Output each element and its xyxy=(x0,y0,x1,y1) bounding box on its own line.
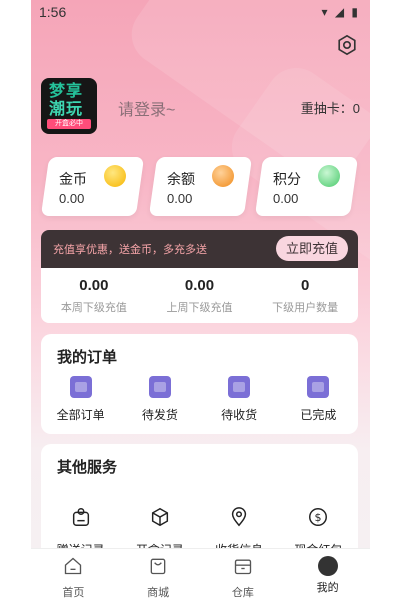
order-completed[interactable]: 已完成 xyxy=(279,376,358,423)
stat-last-week: 0.00 上周下级充值 xyxy=(147,268,253,323)
order-label: 已完成 xyxy=(300,408,337,422)
wallet-value: 0.00 xyxy=(273,191,299,206)
logo-text-line2: 潮玩 xyxy=(49,101,84,118)
location-pin-icon xyxy=(231,507,247,527)
settings-icon[interactable] xyxy=(336,34,358,56)
stat-label: 下级用户数量 xyxy=(272,302,339,314)
tab-label: 我的 xyxy=(316,582,339,594)
my-orders-panel: 我的订单 全部订单 待发货 待收货 已完成 xyxy=(41,334,358,434)
section-title: 其他服务 xyxy=(57,459,118,476)
status-time: 1:56 xyxy=(39,4,67,20)
wallet-card-balance[interactable]: 余额 0.00 xyxy=(148,157,253,216)
bottom-tab-bar: 首页 商城 仓库 我的 xyxy=(31,548,370,600)
wallet-card-coins[interactable]: 金币 0.00 xyxy=(40,157,145,216)
avatar xyxy=(317,556,338,576)
tab-mall[interactable]: 商城 xyxy=(116,549,201,600)
order-label: 待收货 xyxy=(221,408,258,422)
other-services-panel: 其他服务 赠送记录 开盒记录 xyxy=(41,444,358,559)
recharge-promo-text: 充值享优惠，送金币，多充多送 xyxy=(53,244,207,256)
tab-mine[interactable]: 我的 xyxy=(285,549,370,600)
tab-label: 首页 xyxy=(62,587,85,599)
dollar-circle-icon: $ xyxy=(309,508,328,526)
logo-tag: 开盒必中 xyxy=(47,119,91,129)
home-icon xyxy=(65,557,82,575)
app-logo: 梦享 潮玩 开盒必中 xyxy=(41,78,97,134)
wallet-value: 0.00 xyxy=(59,191,85,206)
all-orders-icon xyxy=(69,376,92,398)
completed-icon xyxy=(307,376,330,398)
star-points-icon xyxy=(318,165,340,187)
tab-label: 仓库 xyxy=(231,587,254,599)
tab-warehouse[interactable]: 仓库 xyxy=(201,549,286,600)
shop-icon xyxy=(150,558,166,575)
redraw-label: 重抽卡： xyxy=(300,101,353,116)
wallet-card-points[interactable]: 积分 0.00 xyxy=(254,157,359,216)
stat-value: 0 xyxy=(301,277,310,294)
redraw-card-count[interactable]: 重抽卡：0 xyxy=(301,98,360,117)
tab-label: 商城 xyxy=(147,587,170,599)
wallet-label: 积分 xyxy=(273,171,301,187)
svg-text:$: $ xyxy=(315,511,322,524)
box-icon xyxy=(151,507,168,527)
stat-label: 上周下级充值 xyxy=(166,302,233,314)
dollar-coin-icon xyxy=(212,165,234,187)
login-link[interactable]: 请登录~ xyxy=(118,96,175,120)
order-all[interactable]: 全部订单 xyxy=(41,376,120,423)
app-screen: 1:56 ▾ ◢ ▮ 梦享 潮玩 开盒必中 请登录~ 重抽卡：0 金币 0.00… xyxy=(31,0,370,600)
stat-value: 0.00 xyxy=(79,277,109,294)
status-bar: 1:56 ▾ ◢ ▮ xyxy=(31,0,370,24)
recharge-button[interactable]: 立即充值 xyxy=(276,236,348,261)
logo-text-line1: 梦享 xyxy=(49,83,84,100)
wallet-label: 余额 xyxy=(167,171,195,187)
section-title: 我的订单 xyxy=(57,349,118,366)
order-pending-shipment[interactable]: 待发货 xyxy=(120,376,199,423)
referral-stats: 0.00 本周下级充值 0.00 上周下级充值 0 下级用户数量 xyxy=(41,268,358,323)
gift-record-icon xyxy=(72,508,89,526)
tab-home[interactable]: 首页 xyxy=(31,549,116,600)
stat-this-week: 0.00 本周下级充值 xyxy=(41,268,147,323)
wallet-label: 金币 xyxy=(59,171,87,187)
status-icons: ▾ ◢ ▮ xyxy=(321,5,360,19)
wallet-value: 0.00 xyxy=(167,191,193,206)
gold-coin-icon xyxy=(104,165,126,187)
warehouse-icon xyxy=(234,559,252,575)
order-label: 待发货 xyxy=(141,408,178,422)
recharge-banner: 充值享优惠，送金币，多充多送 立即充值 xyxy=(41,230,358,277)
order-pending-receipt[interactable]: 待收货 xyxy=(200,376,279,423)
redraw-value: 0 xyxy=(352,101,360,116)
stat-value: 0.00 xyxy=(184,277,215,294)
pending-shipment-icon xyxy=(148,376,171,398)
order-label: 全部订单 xyxy=(56,408,105,422)
stat-label: 本周下级充值 xyxy=(60,302,127,314)
pending-receipt-icon xyxy=(228,376,251,398)
stat-subordinate-users: 0 下级用户数量 xyxy=(252,268,358,323)
